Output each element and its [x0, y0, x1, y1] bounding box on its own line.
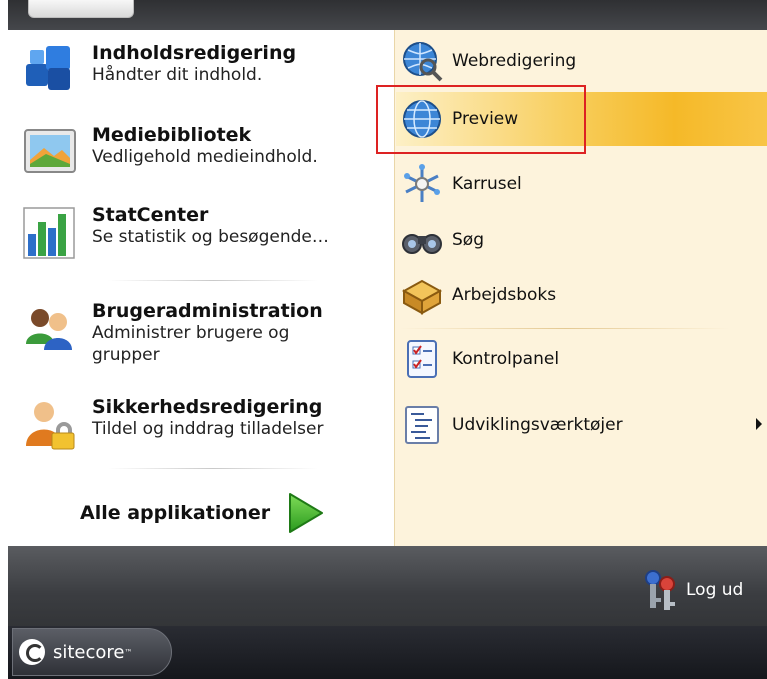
menu-item-label: Kontrolpanel — [452, 349, 560, 369]
media-library-icon — [24, 129, 76, 173]
control-panel-icon — [407, 340, 437, 378]
security-editor-icon — [26, 402, 75, 450]
app-title: Indholdsredigering — [92, 42, 297, 64]
menu-item-label: Karrusel — [452, 174, 522, 194]
sitecore-logo-icon — [19, 639, 45, 665]
developer-tools-icon — [405, 406, 439, 444]
divider — [108, 280, 318, 281]
app-title: Mediebibliotek — [92, 124, 252, 146]
statcenter-icon — [23, 207, 75, 259]
submenu-arrow-icon — [756, 418, 762, 430]
app-media-library[interactable]: Mediebibliotek Vedligehold medieindhold. — [22, 124, 382, 180]
trademark-mark: ™ — [124, 647, 133, 657]
user-tile[interactable] — [28, 0, 134, 18]
start-label: sitecore — [53, 641, 125, 663]
workbox-icon — [401, 279, 443, 315]
app-title: Brugeradministration — [92, 300, 323, 322]
menu-item-workbox[interactable]: Arbejdsboks — [400, 272, 767, 318]
menu-item-control-panel[interactable]: Kontrolpanel — [400, 336, 767, 382]
menu-item-developer-tools[interactable]: Udviklingsværktøjer — [400, 402, 767, 448]
menu-item-webedit[interactable]: Webredigering — [400, 38, 767, 84]
logout-label: Log ud — [686, 580, 744, 600]
annotation-box — [376, 85, 586, 154]
app-title: StatCenter — [92, 204, 209, 226]
menu-item-label: Webredigering — [452, 51, 577, 71]
app-statcenter[interactable]: StatCenter Se statistik og besøgende… — [22, 204, 382, 260]
app-subtitle: Håndter dit indhold. — [92, 65, 263, 85]
app-subtitle: Administrer brugere og grupper — [92, 323, 290, 365]
sitecore-start-button[interactable]: sitecore ™ — [12, 628, 172, 676]
app-title: Sikkerhedsredigering — [92, 396, 323, 418]
all-applications-label: Alle applikationer — [80, 502, 271, 524]
binoculars-icon — [402, 234, 442, 254]
menu-item-carousel[interactable]: Karrusel — [400, 161, 767, 207]
menu-item-label: Udviklingsværktøjer — [452, 415, 623, 435]
carousel-icon — [404, 164, 440, 202]
menu-item-search[interactable]: Søg — [400, 217, 767, 263]
menu-item-label: Søg — [452, 230, 484, 250]
app-subtitle: Vedligehold medieindhold. — [92, 147, 318, 167]
all-applications-button[interactable]: Alle applikationer — [80, 490, 326, 536]
logout-button[interactable]: Log ud — [640, 568, 743, 612]
app-security-editor[interactable]: Sikkerhedsredigering Tildel og inddrag t… — [22, 396, 382, 452]
arrow-right-icon — [289, 493, 324, 533]
web-edit-icon — [403, 42, 443, 82]
user-admin-icon — [26, 309, 72, 350]
app-subtitle: Tildel og inddrag tilladelser — [92, 419, 324, 439]
keys-icon — [645, 570, 675, 610]
content-editor-icon — [26, 46, 70, 90]
divider — [400, 328, 730, 329]
app-content-editor[interactable]: Indholdsredigering Håndter dit indhold. — [22, 42, 382, 98]
divider — [108, 468, 318, 469]
app-subtitle: Se statistik og besøgende… — [92, 227, 329, 247]
app-user-admin[interactable]: Brugeradministration Administrer brugere… — [22, 300, 382, 366]
menu-item-label: Arbejdsboks — [452, 285, 557, 305]
